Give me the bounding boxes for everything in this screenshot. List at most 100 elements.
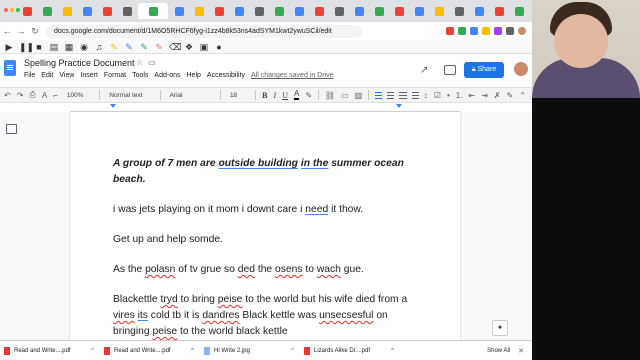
- forward-icon[interactable]: →: [14, 26, 28, 36]
- download-item[interactable]: Lizards Alike Di....pdf ^: [300, 347, 400, 355]
- browser-tab[interactable]: [190, 3, 208, 19]
- back-icon[interactable]: ←: [0, 26, 14, 36]
- extension-icon[interactable]: [482, 27, 490, 35]
- speech-icon[interactable]: ◉: [79, 42, 89, 52]
- ruler[interactable]: [70, 104, 460, 112]
- download-item[interactable]: Hi Write 2.jpg ^: [200, 347, 300, 355]
- font-select[interactable]: Arial: [167, 92, 212, 99]
- bold-button[interactable]: B: [262, 91, 267, 100]
- grammar-flag[interactable]: in the: [301, 158, 328, 169]
- menu-file[interactable]: File: [24, 72, 35, 79]
- grammar-flag[interactable]: its: [138, 310, 148, 321]
- highlight-color-icon[interactable]: ✎: [305, 91, 312, 100]
- extension-icon[interactable]: [470, 27, 478, 35]
- spelling-error[interactable]: wach: [317, 264, 341, 275]
- insert-link-icon[interactable]: ⛓: [325, 91, 335, 100]
- close-icon[interactable]: ✕: [518, 347, 524, 355]
- menu-view[interactable]: View: [59, 72, 74, 79]
- browser-tab[interactable]: [410, 3, 428, 19]
- headphones-icon[interactable]: ♫: [94, 42, 104, 52]
- reload-icon[interactable]: ↻: [28, 26, 42, 37]
- browser-tab[interactable]: [390, 3, 408, 19]
- redo-icon[interactable]: ↷: [17, 91, 24, 100]
- browser-tab[interactable]: [330, 3, 348, 19]
- show-all-button[interactable]: Show All: [487, 348, 510, 354]
- extension-icon[interactable]: [506, 27, 514, 35]
- maximize-dot[interactable]: [16, 8, 20, 12]
- minimize-dot[interactable]: [10, 8, 14, 12]
- browser-tab[interactable]: [58, 3, 76, 19]
- align-center-icon[interactable]: [387, 91, 395, 99]
- profile-avatar[interactable]: [518, 27, 526, 35]
- menu-accessibility[interactable]: Accessibility: [207, 72, 245, 79]
- close-dot[interactable]: [4, 8, 8, 12]
- explore-button[interactable]: ✦: [492, 320, 508, 336]
- pause-icon[interactable]: ❚❚: [19, 42, 34, 52]
- menu-edit[interactable]: Edit: [41, 72, 53, 79]
- vocabulary-icon[interactable]: ▣: [199, 42, 209, 52]
- collapse-menus-icon[interactable]: ⌃: [519, 91, 526, 100]
- checklist-icon[interactable]: ☑: [434, 91, 441, 100]
- font-size-select[interactable]: 18: [227, 92, 247, 99]
- numbered-list-icon[interactable]: 1.: [456, 91, 463, 100]
- browser-tab[interactable]: [230, 3, 248, 19]
- browser-tab[interactable]: [18, 3, 36, 19]
- extension-icon[interactable]: [458, 27, 466, 35]
- grammar-flag[interactable]: outside building: [218, 158, 298, 169]
- browser-tab[interactable]: [118, 3, 136, 19]
- download-item[interactable]: Read and Write....pdf ^: [0, 347, 100, 355]
- chevron-up-icon[interactable]: ^: [191, 348, 194, 354]
- paint-format-icon[interactable]: ⌐: [53, 91, 58, 100]
- document-title[interactable]: Spelling Practice Document: [24, 58, 135, 68]
- spelling-error[interactable]: polasn: [145, 264, 175, 275]
- insert-comment-icon[interactable]: ▭: [341, 91, 349, 100]
- insert-image-icon[interactable]: ▨: [355, 91, 363, 100]
- decrease-indent-icon[interactable]: ⇤: [468, 91, 475, 100]
- spelling-error[interactable]: vires: [113, 310, 135, 321]
- stop-icon[interactable]: ■: [34, 42, 44, 52]
- url-field[interactable]: docs.google.com/document/d/1M6O5RHCF6fyg…: [46, 24, 362, 38]
- extension-icon[interactable]: [446, 27, 454, 35]
- extension-icon[interactable]: [494, 27, 502, 35]
- paragraph-style-select[interactable]: Normal text: [106, 92, 151, 99]
- spelling-error[interactable]: dandres: [202, 310, 239, 321]
- highlighter-yellow-icon[interactable]: ✎: [109, 42, 119, 52]
- spellcheck-icon[interactable]: A: [42, 91, 47, 100]
- browser-tab[interactable]: [170, 3, 188, 19]
- activity-trend-icon[interactable]: ↗: [420, 65, 428, 76]
- italic-button[interactable]: I: [274, 91, 277, 100]
- chevron-up-icon[interactable]: ^: [391, 348, 394, 354]
- picture-dictionary-icon[interactable]: ▦: [64, 42, 74, 52]
- bulleted-list-icon[interactable]: •: [447, 91, 450, 100]
- play-icon[interactable]: ▶: [4, 42, 14, 52]
- spelling-error[interactable]: osens: [275, 264, 302, 275]
- browser-tab[interactable]: [270, 3, 288, 19]
- line-spacing-icon[interactable]: ↕: [424, 91, 428, 100]
- browser-tab[interactable]: [210, 3, 228, 19]
- browser-tab[interactable]: [138, 3, 168, 19]
- justify-icon[interactable]: [411, 91, 419, 99]
- chevron-up-icon[interactable]: ^: [91, 348, 94, 354]
- browser-tab[interactable]: [250, 3, 268, 19]
- browser-tab[interactable]: [510, 3, 528, 19]
- left-indent-marker[interactable]: [110, 104, 116, 108]
- dictionary-icon[interactable]: ▤: [49, 42, 59, 52]
- highlighter-green-icon[interactable]: ✎: [139, 42, 149, 52]
- undo-icon[interactable]: ↶: [4, 91, 11, 100]
- account-avatar[interactable]: [514, 62, 528, 76]
- zoom-select[interactable]: 100%: [64, 92, 92, 99]
- spelling-error[interactable]: ded: [238, 264, 255, 275]
- star-icon[interactable]: ☆: [136, 58, 143, 67]
- highlighter-pink-icon[interactable]: ✎: [154, 42, 164, 52]
- clear-formatting-icon[interactable]: ✗: [494, 91, 501, 100]
- browser-tab[interactable]: [470, 3, 488, 19]
- browser-tab[interactable]: [490, 3, 508, 19]
- docs-logo-icon[interactable]: [4, 60, 16, 76]
- spelling-error[interactable]: peise: [153, 326, 178, 337]
- collect-highlights-icon[interactable]: ❖: [184, 42, 194, 52]
- folder-icon[interactable]: ▭: [148, 58, 156, 67]
- document-body[interactable]: A group of 7 men are outside building in…: [113, 156, 413, 354]
- download-item[interactable]: Read and Write....pdf ^: [100, 347, 200, 355]
- share-button[interactable]: 🔒︎ Share: [464, 62, 504, 78]
- browser-tab[interactable]: [38, 3, 56, 19]
